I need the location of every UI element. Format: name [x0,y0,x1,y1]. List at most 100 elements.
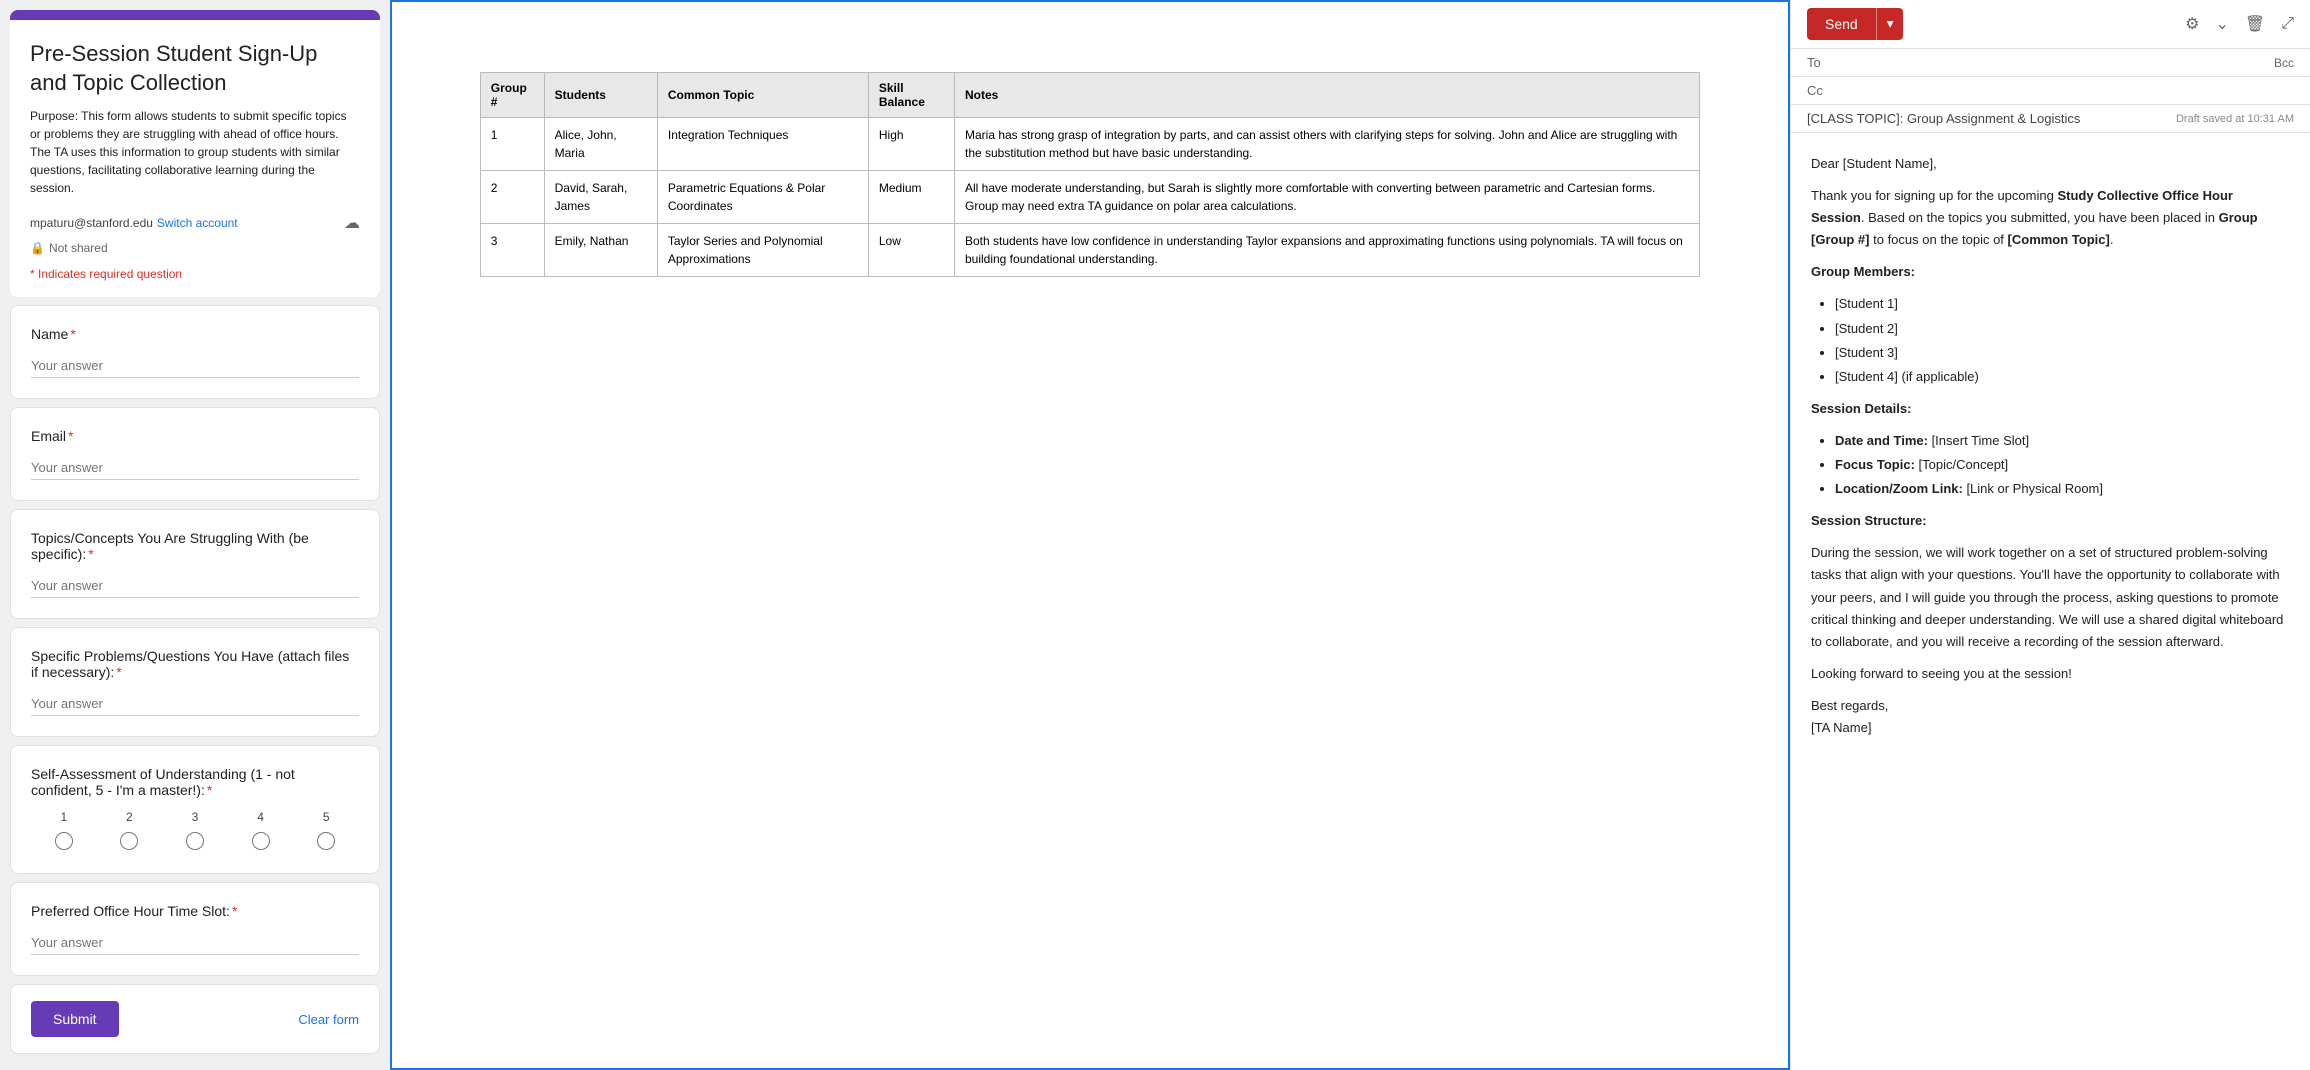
timeslot-label: Preferred Office Hour Time Slot:* [31,903,359,919]
send-dropdown-button[interactable]: ▾ [1876,8,1904,40]
group-num-2: 2 [480,171,544,224]
required-note: * Indicates required question [30,267,360,281]
session-details-list: Date and Time: [Insert Time Slot] Focus … [1835,430,2290,500]
email-input[interactable] [31,456,359,480]
form-panel: Pre-Session Student Sign-Up and Topic Co… [0,0,390,1070]
name-question-card: Name* [10,305,380,399]
form-description: Purpose: This form allows students to su… [30,107,360,197]
form-account-info: mpaturu@stanford.edu Switch account [30,216,238,230]
email-toolbar-actions: ⚙ ⌄ 🗑 ⤢ [2185,14,2294,34]
table-row: 3 Emily, Nathan Taylor Series and Polyno… [480,224,1699,277]
settings-icon[interactable]: ⚙ [2185,14,2199,34]
submit-button[interactable]: Submit [31,1001,119,1037]
table-header-row: Group # Students Common Topic Skill Bala… [480,73,1699,118]
member-2: [Student 2] [1835,318,2290,340]
group-num-3: 3 [480,224,544,277]
cc-field-row: Cc [1791,77,2310,105]
ta-name: [TA Name] [1811,720,1871,735]
topic-1: Integration Techniques [657,118,868,171]
topics-question-card: Topics/Concepts You Are Struggling With … [10,509,380,619]
table-panel: Group # Students Common Topic Skill Bala… [390,0,1790,1070]
rating-radio-2[interactable] [111,832,147,853]
name-label: Name* [31,326,359,342]
topics-label: Topics/Concepts You Are Struggling With … [31,530,359,562]
topic-3: Taylor Series and Polynomial Approximati… [657,224,868,277]
table-row: 2 David, Sarah, James Parametric Equatio… [480,171,1699,224]
notes-1: Maria has strong grasp of integration by… [954,118,1699,171]
col-students: Students [544,73,657,118]
bcc-label[interactable]: Bcc [2274,56,2294,70]
cloud-icon: ☁ [344,213,360,233]
topic-2: Parametric Equations & Polar Coordinates [657,171,868,224]
cc-label: Cc [1807,83,1847,98]
col-notes: Notes [954,73,1699,118]
notes-3: Both students have low confidence in und… [954,224,1699,277]
expand-icon[interactable]: ⤢ [2281,15,2294,33]
session-detail-location: Location/Zoom Link: [Link or Physical Ro… [1835,478,2290,500]
bold-session-name: Study Collective Office Hour Session [1811,188,2233,225]
sharing-status: 🔒 Not shared [30,241,360,255]
timeslot-question-card: Preferred Office Hour Time Slot:* [10,882,380,976]
switch-account-link[interactable]: Switch account [157,216,238,230]
subject-field-row: Draft saved at 10:31 AM [1791,105,2310,133]
rating-radio-4[interactable] [243,832,279,853]
group-num-1: 1 [480,118,544,171]
group-members-list: [Student 1] [Student 2] [Student 3] [Stu… [1835,293,2290,387]
email-regards: Best regards, [TA Name] [1811,695,2290,739]
col-skill: Skill Balance [868,73,954,118]
email-panel: Send ▾ ⚙ ⌄ 🗑 ⤢ To Bcc Cc Draft saved at … [1790,0,2310,1070]
table-row: 1 Alice, John, Maria Integration Techniq… [480,118,1699,171]
problems-label: Specific Problems/Questions You Have (at… [31,648,359,680]
email-toolbar: Send ▾ ⚙ ⌄ 🗑 ⤢ [1791,0,2310,49]
chevron-down-icon[interactable]: ⌄ [2215,14,2228,34]
session-structure-text: During the session, we will work togethe… [1811,542,2290,652]
lock-icon: 🔒 [30,241,45,255]
send-button[interactable]: Send [1807,8,1876,40]
rating-num-5: 5 [308,810,344,824]
rating-radio-5[interactable] [308,832,344,853]
rating-num-2: 2 [111,810,147,824]
member-4: [Student 4] (if applicable) [1835,366,2290,388]
rating-radio-1[interactable] [46,832,82,853]
rating-labels-row: 1 2 3 4 5 [31,810,359,824]
session-structure-header: Session Structure: [1811,510,2290,532]
send-button-group: Send ▾ [1807,8,1903,40]
bold-topic: [Common Topic] [2008,232,2110,247]
form-actions-card: Submit Clear form [10,984,380,1054]
email-intro-paragraph: Thank you for signing up for the upcomin… [1811,185,2290,251]
name-input[interactable] [31,354,359,378]
to-field-row: To Bcc [1791,49,2310,77]
group-table: Group # Students Common Topic Skill Bala… [480,72,1700,277]
member-3: [Student 3] [1835,342,2290,364]
session-detail-date: Date and Time: [Insert Time Slot] [1835,430,2290,452]
subject-input[interactable] [1807,111,2176,126]
session-details-header: Session Details: [1811,398,2290,420]
students-2: David, Sarah, James [544,171,657,224]
topics-input[interactable] [31,574,359,598]
timeslot-input[interactable] [31,931,359,955]
draft-saved-status: Draft saved at 10:31 AM [2176,113,2294,125]
rating-radio-3[interactable] [177,832,213,853]
rating-label: Self-Assessment of Understanding (1 - no… [31,766,359,798]
rating-radios-row [31,832,359,853]
cc-input[interactable] [1847,83,2294,98]
trash-icon[interactable]: 🗑 [2245,14,2265,34]
session-detail-topic: Focus Topic: [Topic/Concept] [1835,454,2290,476]
form-header-card: Pre-Session Student Sign-Up and Topic Co… [10,10,380,297]
form-title: Pre-Session Student Sign-Up and Topic Co… [30,40,360,97]
shared-text: Not shared [49,241,108,255]
col-group: Group # [480,73,544,118]
rating-num-4: 4 [243,810,279,824]
to-label: To [1807,55,1847,70]
col-topic: Common Topic [657,73,868,118]
problems-input[interactable] [31,692,359,716]
member-1: [Student 1] [1835,293,2290,315]
email-greeting: Dear [Student Name], [1811,153,2290,175]
students-3: Emily, Nathan [544,224,657,277]
to-input[interactable] [1847,55,2274,70]
skill-2: Medium [868,171,954,224]
clear-form-link[interactable]: Clear form [298,1012,359,1027]
notes-2: All have moderate understanding, but Sar… [954,171,1699,224]
students-1: Alice, John, Maria [544,118,657,171]
form-account-row: mpaturu@stanford.edu Switch account ☁ [30,213,360,233]
